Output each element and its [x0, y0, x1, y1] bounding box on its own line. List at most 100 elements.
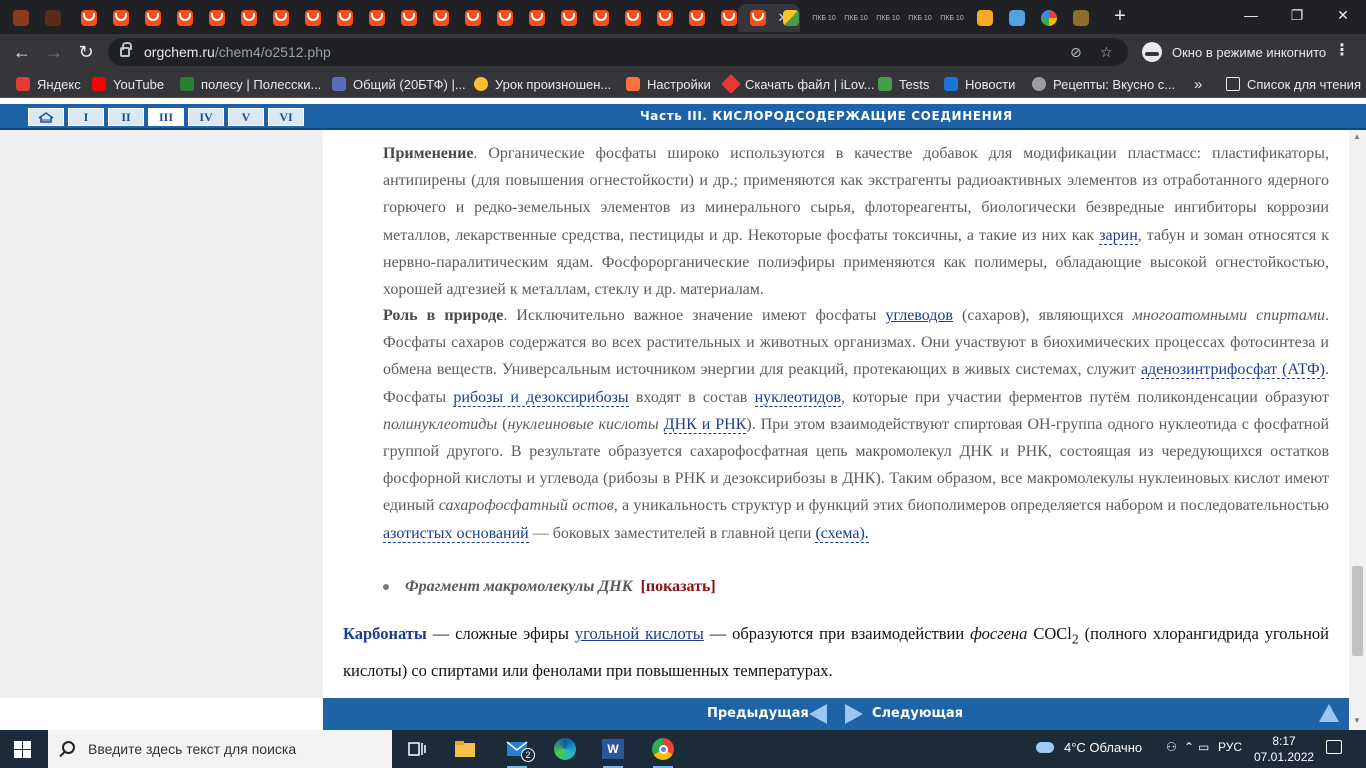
word-icon[interactable]: W	[600, 736, 626, 768]
close-window-button[interactable]: ✕	[1320, 0, 1366, 30]
browser-tab[interactable]	[362, 4, 392, 32]
nitrogen-bases-link[interactable]: азотистых оснований	[383, 524, 529, 543]
nucleotides-link[interactable]: нуклеотидов	[754, 388, 842, 407]
browser-tab[interactable]	[1034, 4, 1064, 32]
tracking-blocked-icon[interactable]: ⊘	[1070, 44, 1082, 61]
favicon-icon	[81, 10, 97, 26]
people-icon[interactable]: ⚇	[1166, 740, 1177, 754]
edge-icon[interactable]	[552, 736, 578, 762]
browser-tab[interactable]	[394, 4, 424, 32]
scroll-up-icon[interactable]: ▲	[1353, 132, 1361, 141]
scroll-down-icon[interactable]: ▼	[1353, 716, 1361, 725]
bookmark-youtube[interactable]: YouTube	[92, 75, 164, 93]
address-bar[interactable]: orgchem.ru/chem4/o2512.php ⊘ ☆	[108, 38, 1128, 66]
bookmark-teams[interactable]: Общий (20БТФ) |...	[332, 75, 466, 93]
browser-tab[interactable]: ПКБ 10	[808, 4, 840, 32]
browser-tab[interactable]	[234, 4, 264, 32]
browser-tab[interactable]	[202, 4, 232, 32]
browser-tab[interactable]	[38, 4, 68, 32]
browser-tab[interactable]	[74, 4, 104, 32]
browser-tab[interactable]	[776, 4, 806, 32]
ribose-link[interactable]: рибозы и дезоксирибозы	[453, 388, 629, 407]
reload-icon[interactable]: ↻	[72, 38, 100, 66]
bookmark-settings[interactable]: Настройки	[626, 75, 711, 93]
browser-tab[interactable]	[586, 4, 616, 32]
bookmarks-more[interactable]: »	[1194, 75, 1202, 93]
file-explorer-icon[interactable]	[452, 736, 478, 762]
bookmark-polesu[interactable]: полесу | Полесски...	[180, 75, 321, 93]
browser-tab[interactable]	[298, 4, 328, 32]
browser-tab[interactable]	[522, 4, 552, 32]
back-arrow-icon[interactable]: ←	[8, 38, 36, 66]
next-arrow-icon[interactable]	[845, 704, 863, 724]
sarin-link[interactable]: зарин	[1099, 226, 1138, 245]
browser-tab[interactable]	[1066, 4, 1096, 32]
browser-tab[interactable]	[618, 4, 648, 32]
notification-icon[interactable]	[1326, 740, 1342, 754]
browser-tab[interactable]	[490, 4, 520, 32]
bookmark-tests[interactable]: Tests	[878, 75, 929, 93]
part-i-button[interactable]: I	[68, 108, 104, 126]
bookmark-label: Tests	[899, 76, 930, 92]
browser-tab[interactable]: ПКБ 10	[904, 4, 936, 32]
dna-rna-link[interactable]: ДНК и РНК	[663, 415, 747, 434]
windows-start-icon[interactable]	[14, 741, 31, 758]
part-iv-button[interactable]: IV	[188, 108, 224, 126]
part-ii-button[interactable]: II	[108, 108, 144, 126]
vertical-scrollbar[interactable]: ▲ ▼	[1349, 130, 1366, 730]
browser-tab[interactable]	[426, 4, 456, 32]
scheme-link[interactable]: (схема).	[815, 524, 869, 543]
maximize-button[interactable]: ❐	[1274, 0, 1320, 30]
bookmark-news[interactable]: Новости	[944, 75, 1015, 93]
browser-tab[interactable]	[138, 4, 168, 32]
browser-tab[interactable]	[6, 4, 36, 32]
previous-link[interactable]: Предыдущая	[707, 706, 809, 721]
browser-tab[interactable]	[554, 4, 584, 32]
chrome-icon[interactable]	[650, 736, 676, 768]
chevron-up-icon[interactable]: ⌃	[1184, 740, 1194, 754]
bookmark-star-icon[interactable]: ☆	[1100, 44, 1113, 61]
browser-tab[interactable]: ПКБ 10	[872, 4, 904, 32]
browser-tab[interactable]: ПКБ 10	[936, 4, 968, 32]
scroll-top-arrow-icon[interactable]	[1319, 704, 1339, 722]
next-link[interactable]: Следующая	[872, 706, 963, 721]
taskbar-search-input[interactable]: Введите здесь текст для поиска	[48, 730, 392, 768]
home-button[interactable]	[28, 108, 64, 126]
bookmark-yandex[interactable]: Яндекс	[16, 75, 81, 93]
browser-tab[interactable]	[1002, 4, 1032, 32]
forward-arrow-icon[interactable]: →	[40, 38, 68, 66]
browser-tab[interactable]	[106, 4, 136, 32]
part-v-button[interactable]: V	[228, 108, 264, 126]
browser-tab[interactable]	[170, 4, 200, 32]
previous-arrow-icon[interactable]	[809, 704, 827, 724]
carbohydrates-link[interactable]: углеводов	[885, 307, 953, 324]
scrollbar-thumb[interactable]	[1352, 566, 1363, 656]
network-icon[interactable]: ▭	[1198, 740, 1209, 754]
part-vi-button[interactable]: VI	[268, 108, 304, 126]
new-tab-button[interactable]: +	[1108, 4, 1132, 28]
task-view-icon[interactable]	[404, 736, 430, 762]
reading-list[interactable]: Список для чтения	[1226, 75, 1361, 93]
part-iii-button[interactable]: III	[148, 108, 184, 126]
carbonic-acid-link[interactable]: угольной кислоты	[575, 624, 704, 643]
bookmark-pronunciation[interactable]: Урок произношен...	[474, 75, 611, 93]
browser-tab[interactable]	[458, 4, 488, 32]
settings-site-icon	[626, 77, 640, 91]
browser-tab[interactable]	[970, 4, 1000, 32]
browser-tab[interactable]	[266, 4, 296, 32]
bookmark-ilovepdf[interactable]: Скачать файл | iLov...	[721, 74, 874, 94]
mail-icon[interactable]: 2	[504, 736, 535, 768]
show-link[interactable]: [показать]	[641, 578, 716, 595]
browser-tab[interactable]	[682, 4, 712, 32]
browser-tab[interactable]	[330, 4, 360, 32]
browser-tab[interactable]	[650, 4, 680, 32]
bookmark-recipes[interactable]: Рецепты: Вкусно с...	[1032, 75, 1175, 93]
browser-tab[interactable]: ПКБ 10	[840, 4, 872, 32]
minimize-button[interactable]: —	[1228, 0, 1274, 30]
incognito-indicator[interactable]: Окно в режиме инкогнито	[1138, 38, 1338, 66]
menu-dots-icon[interactable]: ⋮	[1334, 40, 1350, 60]
language-indicator[interactable]: РУС	[1218, 740, 1242, 754]
atp-link[interactable]: аденозинтрифосфат (АТФ)	[1140, 361, 1326, 380]
clock[interactable]: 8:17 07.01.2022	[1254, 733, 1314, 765]
weather-widget[interactable]: 4°C Облачно	[1036, 740, 1142, 755]
